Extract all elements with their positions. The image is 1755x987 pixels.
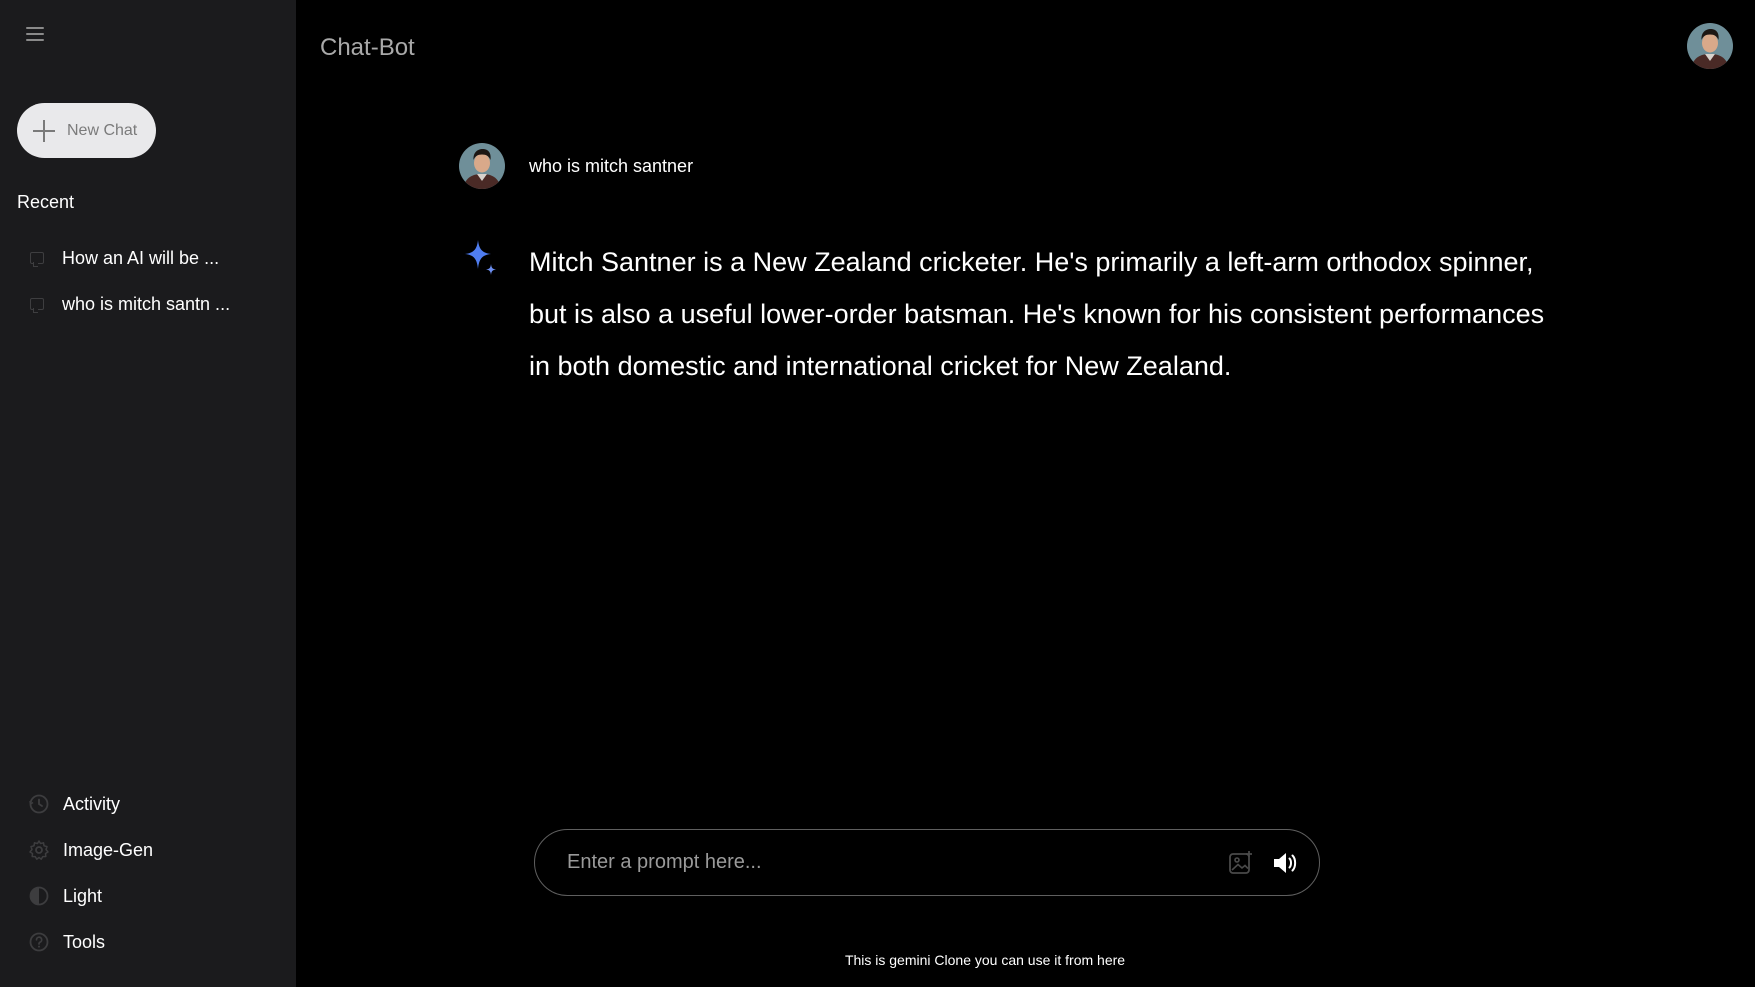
prompt-input[interactable]: [567, 851, 1211, 874]
speaker-icon[interactable]: [1271, 849, 1299, 877]
sidebar-item-label: Activity: [63, 793, 121, 814]
main-panel: Chat-Bot who is mitch santner Mitch Sant…: [296, 0, 1755, 987]
half-moon-icon: [29, 886, 49, 906]
help-circle-icon: [29, 932, 49, 952]
sidebar-item-light[interactable]: Light: [28, 882, 102, 910]
menu-icon[interactable]: [26, 22, 52, 46]
plus-icon: [33, 119, 55, 142]
user-portrait-icon: [459, 143, 505, 189]
recent-item-label: How an AI will be ...: [62, 247, 220, 268]
sidebar-item-label: Tools: [63, 931, 106, 952]
history-icon: [29, 794, 49, 814]
new-chat-label: New Chat: [67, 121, 138, 139]
footer-note: This is gemini Clone you can use it from…: [844, 952, 1126, 968]
bot-response-text: Mitch Santner is a New Zealand cricketer…: [529, 247, 1545, 381]
sidebar-item-image-gen[interactable]: Image-Gen: [28, 836, 153, 864]
message-icon: [30, 298, 44, 313]
add-image-icon[interactable]: [1227, 849, 1255, 877]
recent-heading: Recent: [17, 192, 75, 212]
prompt-bar: [534, 829, 1320, 896]
sidebar: New Chat Recent How an AI will be ... wh…: [0, 0, 296, 987]
app-title: Chat-Bot: [320, 34, 415, 61]
sidebar-item-label: Light: [63, 885, 103, 906]
gemini-sparkle-icon: [465, 240, 496, 275]
sidebar-item-label: Image-Gen: [63, 839, 154, 860]
user-prompt-text: who is mitch santner: [529, 155, 694, 176]
message-icon: [30, 252, 44, 267]
recent-item[interactable]: who is mitch santn ...: [30, 291, 230, 317]
recent-item-label: who is mitch santn ...: [62, 293, 231, 314]
user-message: who is mitch santner: [459, 143, 693, 189]
app-root: New Chat Recent How an AI will be ... wh…: [0, 0, 1755, 987]
new-chat-button[interactable]: New Chat: [17, 103, 156, 158]
user-portrait-icon: [1687, 23, 1733, 69]
avatar: [459, 143, 505, 189]
sidebar-item-tools[interactable]: Tools: [28, 928, 105, 956]
recent-item[interactable]: How an AI will be ...: [30, 245, 219, 271]
gear-icon: [29, 840, 49, 860]
sidebar-item-activity[interactable]: Activity: [28, 790, 120, 818]
profile-avatar[interactable]: [1687, 23, 1733, 69]
